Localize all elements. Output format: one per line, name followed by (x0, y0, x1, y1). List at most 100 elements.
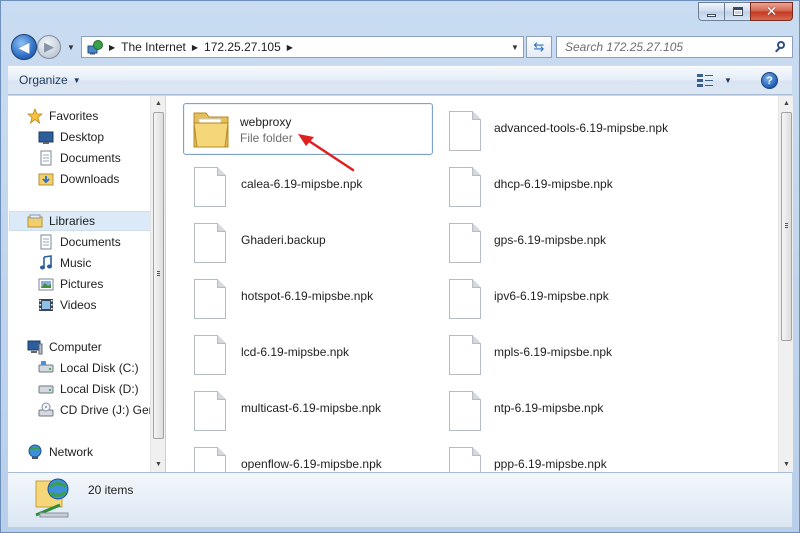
documents-icon (38, 150, 54, 166)
file-icon (449, 447, 481, 472)
file-list-scrollbar[interactable]: ▲ ▼ (778, 96, 793, 472)
cd-drive-icon (38, 402, 54, 418)
network-location-icon (87, 39, 103, 55)
file-tile[interactable]: lcd-6.19-mipsbe.npk (166, 327, 416, 379)
nav-local-disk-d-label: Local Disk (D:) (60, 382, 139, 396)
nav-computer-label: Computer (49, 340, 102, 354)
recent-pages-button[interactable]: ▼ (65, 34, 77, 60)
file-name: hotspot-6.19-mipsbe.npk (241, 289, 374, 303)
file-name: lcd-6.19-mipsbe.npk (241, 345, 350, 359)
nav-libraries-label: Libraries (49, 214, 96, 228)
breadcrumb-chevron-icon[interactable]: ▶ (287, 43, 293, 52)
drive-icon (38, 381, 54, 397)
scroll-up-arrow[interactable]: ▲ (779, 96, 794, 111)
organize-label: Organize (19, 73, 68, 87)
nav-computer[interactable]: Computer (27, 337, 102, 357)
file-name: advanced-tools-6.19-mipsbe.npk (494, 121, 669, 135)
scroll-up-arrow[interactable]: ▲ (151, 96, 166, 111)
file-tile[interactable]: gps-6.19-mipsbe.npk (421, 215, 671, 267)
pictures-icon (38, 276, 54, 292)
nav-documents-fav[interactable]: Documents (38, 148, 121, 168)
computer-icon (27, 339, 43, 355)
nav-libraries[interactable]: Libraries (9, 211, 151, 231)
file-icon (449, 167, 481, 207)
back-arrow-icon: ◀ (18, 38, 30, 55)
file-tile[interactable]: advanced-tools-6.19-mipsbe.npk (421, 103, 671, 155)
scrollbar-thumb[interactable] (781, 112, 792, 341)
forward-button[interactable]: ▶ (37, 35, 61, 59)
nav-downloads-label: Downloads (60, 172, 120, 186)
file-icon (449, 391, 481, 431)
nav-pictures[interactable]: Pictures (38, 274, 103, 294)
file-tile[interactable]: Ghaderi.backup (166, 215, 416, 267)
breadcrumb-the-internet[interactable]: The Internet (121, 40, 186, 54)
downloads-folder-icon (38, 171, 54, 187)
minimize-icon (707, 13, 716, 17)
file-tile[interactable]: dhcp-6.19-mipsbe.npk (421, 159, 671, 211)
folder-name: webproxy (240, 115, 292, 129)
help-button[interactable]: ? (761, 72, 778, 89)
network-icon (27, 444, 43, 460)
file-tile[interactable]: mpls-6.19-mipsbe.npk (421, 327, 671, 379)
address-history-dropdown[interactable]: ▼ (507, 43, 523, 52)
file-tile[interactable]: calea-6.19-mipsbe.npk (166, 159, 416, 211)
file-tile[interactable]: hotspot-6.19-mipsbe.npk (166, 271, 416, 323)
nav-favorites[interactable]: Favorites (26, 106, 99, 126)
file-list: webproxy File folder advanced-tools-6.19… (166, 96, 778, 472)
nav-downloads[interactable]: Downloads (38, 169, 119, 189)
address-row: ◀ ▶ ▼ ▶ The Internet ▶ 172.25.27.105 ▶ ▼… (9, 33, 793, 61)
file-icon (449, 111, 481, 151)
nav-favorites-label: Favorites (49, 109, 99, 123)
file-tile[interactable]: ipv6-6.19-mipsbe.npk (421, 271, 671, 323)
nav-local-disk-d[interactable]: Local Disk (D:) (38, 379, 139, 399)
file-icon (194, 391, 226, 431)
change-view-icon[interactable] (697, 73, 713, 89)
file-icon (449, 335, 481, 375)
file-tile[interactable]: ppp-6.19-mipsbe.npk (421, 439, 671, 472)
nav-videos[interactable]: Videos (38, 295, 96, 315)
file-name: ppp-6.19-mipsbe.npk (494, 457, 607, 471)
navigation-pane: Favorites Desktop Documents Downloads Li… (8, 96, 165, 472)
command-bar: Organize ▼ ▼ ? (8, 66, 792, 95)
breadcrumb-chevron-icon[interactable]: ▶ (192, 43, 198, 52)
nav-music[interactable]: Music (38, 253, 91, 273)
nav-videos-label: Videos (60, 298, 97, 312)
folder-tile-webproxy[interactable]: webproxy File folder (183, 103, 433, 155)
organize-button[interactable]: Organize ▼ (19, 73, 81, 87)
nav-desktop-label: Desktop (60, 130, 105, 144)
nav-lib-documents[interactable]: Documents (38, 232, 121, 252)
nav-pictures-label: Pictures (60, 277, 104, 291)
chevron-down-icon: ▼ (67, 42, 75, 52)
view-options-dropdown[interactable]: ▼ (724, 76, 732, 85)
address-bar[interactable]: ▶ The Internet ▶ 172.25.27.105 ▶ ▼ (81, 36, 524, 58)
scroll-down-arrow[interactable]: ▼ (779, 457, 794, 472)
back-button[interactable]: ◀ (11, 34, 37, 60)
folder-icon (192, 107, 230, 151)
nav-network-label: Network (49, 445, 94, 459)
search-input[interactable]: Search 172.25.27.105 (556, 36, 793, 58)
videos-icon (38, 297, 54, 313)
refresh-button[interactable]: ⇆ (526, 36, 552, 58)
file-name: ipv6-6.19-mipsbe.npk (494, 289, 609, 303)
drive-icon (38, 360, 54, 376)
nav-cd-drive[interactable]: CD Drive (J:) Gerd (38, 400, 159, 420)
maximize-button[interactable] (724, 2, 750, 21)
navigation-scrollbar[interactable]: ▲ ▼ (150, 96, 165, 472)
file-icon (194, 279, 226, 319)
breadcrumb-ip-address[interactable]: 172.25.27.105 (204, 40, 281, 54)
file-tile[interactable]: multicast-6.19-mipsbe.npk (166, 383, 416, 435)
file-tile[interactable]: ntp-6.19-mipsbe.npk (421, 383, 671, 435)
search-icon[interactable] (775, 41, 787, 53)
nav-local-disk-c[interactable]: Local Disk (C:) (38, 358, 139, 378)
scroll-down-arrow[interactable]: ▼ (151, 457, 166, 472)
file-name: multicast-6.19-mipsbe.npk (241, 401, 382, 415)
minimize-button[interactable] (698, 2, 724, 21)
close-button[interactable]: ✕ (750, 2, 793, 21)
nav-desktop[interactable]: Desktop (38, 127, 104, 147)
nav-network[interactable]: Network (27, 442, 93, 462)
file-tile[interactable]: openflow-6.19-mipsbe.npk (166, 439, 416, 472)
search-placeholder: Search 172.25.27.105 (565, 40, 684, 54)
breadcrumb-chevron-icon[interactable]: ▶ (109, 43, 115, 52)
scrollbar-thumb[interactable] (153, 112, 164, 439)
file-icon (194, 223, 226, 263)
